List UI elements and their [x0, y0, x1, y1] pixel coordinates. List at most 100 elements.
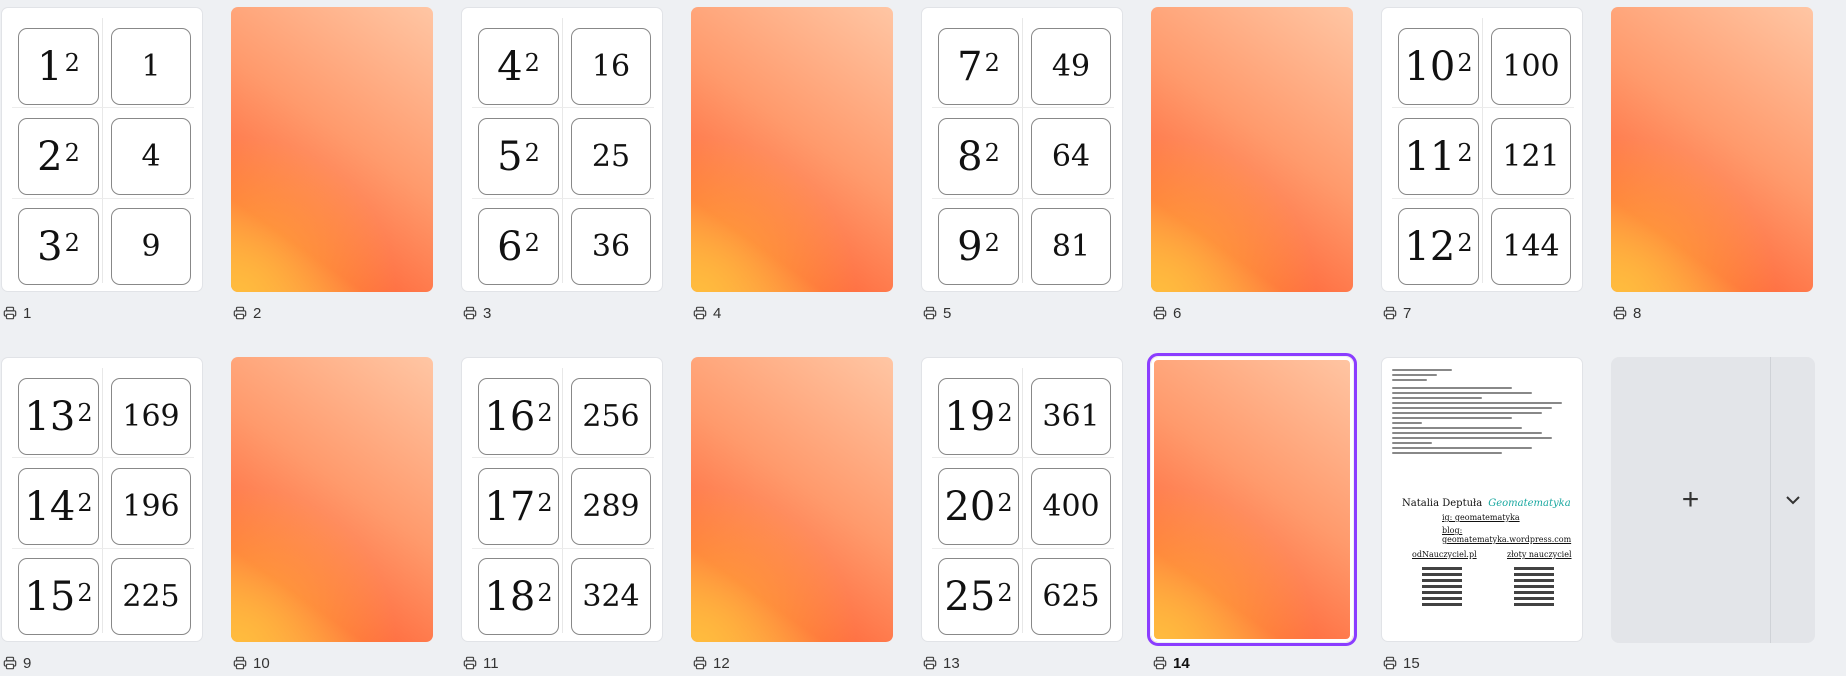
page-number: 10: [253, 654, 270, 672]
page-label: 6: [1153, 304, 1181, 322]
power-base: 4: [497, 43, 523, 90]
page-thumbnail[interactable]: [231, 357, 433, 642]
power-card: 13 2: [18, 378, 99, 455]
value-card: 64: [1031, 118, 1111, 195]
guide-line: [562, 18, 563, 283]
page-thumbnail[interactable]: Natalia Deptuła Geomatematyka ig: geomatem…: [1381, 357, 1583, 642]
power-base: 10: [1404, 43, 1456, 90]
guide-line: [1482, 18, 1483, 283]
page-thumbnail[interactable]: [691, 357, 893, 642]
page-thumbnail[interactable]: 13 2 169 14 2 196 15 2 225: [1, 357, 203, 642]
power-base: 9: [957, 223, 983, 270]
qr-left-label: odNauczyciel.pl: [1412, 550, 1477, 559]
value-card: 289: [571, 468, 651, 545]
guide-line: [12, 457, 194, 458]
power-base: 18: [484, 573, 536, 620]
page-thumbnail[interactable]: 19 2 361 20 2 400 25 2 625: [921, 357, 1123, 642]
power-exponent: 2: [524, 228, 540, 257]
power-exponent: 2: [984, 48, 1000, 77]
page-thumbnail[interactable]: 4 2 16 5 2 25 6 2 36: [461, 7, 663, 292]
page-thumbnail[interactable]: [1151, 7, 1353, 292]
page-thumbnail[interactable]: [1147, 353, 1357, 646]
add-page-button[interactable]: +: [1611, 357, 1770, 643]
value-card: 16: [571, 28, 651, 105]
power-base: 11: [1404, 133, 1456, 180]
power-card: 92: [938, 208, 1019, 285]
page-thumbnail[interactable]: 121224329: [1, 7, 203, 292]
page-number: 15: [1403, 654, 1420, 672]
power-card: 18 2: [478, 558, 559, 635]
chevron-down-icon: [1786, 495, 1800, 504]
power-card: 14 2: [18, 468, 99, 545]
page-thumbnail[interactable]: 10 2 100 11 2 121 12 2 144: [1381, 7, 1583, 292]
power-card: 52: [478, 118, 559, 195]
page-label: 15: [1383, 654, 1420, 672]
add-page-options-button[interactable]: [1771, 357, 1815, 643]
printer-icon: [693, 656, 707, 670]
page-label: 2: [233, 304, 261, 322]
page-label: 7: [1383, 304, 1411, 322]
guide-line: [472, 198, 654, 199]
guide-line: [1022, 368, 1023, 633]
power-exponent: 2: [997, 488, 1013, 517]
page-number: 14: [1173, 654, 1190, 672]
power-exponent: 2: [64, 48, 80, 77]
power-base: 15: [24, 573, 76, 620]
power-exponent: 2: [64, 228, 80, 257]
ig-text: ig: geomatematyka: [1442, 513, 1520, 522]
page-thumbnail[interactable]: [231, 7, 433, 292]
power-exponent: 2: [77, 578, 93, 607]
printer-icon: [1153, 306, 1167, 320]
power-card: 10 2: [1398, 28, 1479, 105]
page-label: 14: [1153, 654, 1190, 672]
page-thumbnail[interactable]: [691, 7, 893, 292]
power-base: 1: [37, 43, 63, 90]
page-number: 3: [483, 304, 492, 322]
power-exponent: 2: [984, 228, 1000, 257]
printer-icon: [923, 306, 937, 320]
page-15-content: Natalia Deptuła Geomatematyka ig: geomatem…: [1382, 358, 1582, 641]
power-exponent: 2: [984, 138, 1000, 167]
plus-icon: +: [1681, 483, 1700, 516]
power-card: 82: [938, 118, 1019, 195]
power-base: 12: [1404, 223, 1456, 270]
value-card: 100: [1491, 28, 1571, 105]
page-label: 10: [233, 654, 270, 672]
guide-line: [1392, 198, 1574, 199]
guide-line: [932, 548, 1114, 549]
qr-right-label: złoty nauczyciel: [1507, 550, 1572, 559]
add-page-area: +: [1611, 357, 1815, 643]
power-base: 20: [944, 483, 996, 530]
power-exponent: 2: [524, 48, 540, 77]
guide-line: [1022, 18, 1023, 283]
power-exponent: 2: [524, 138, 540, 167]
guide-line: [12, 198, 194, 199]
power-exponent: 2: [64, 138, 80, 167]
guide-line: [932, 107, 1114, 108]
value-card: 144: [1491, 208, 1571, 285]
page-label: 1: [3, 304, 31, 322]
page-number: 1: [23, 304, 32, 322]
page-number: 12: [713, 654, 730, 672]
page-number: 6: [1173, 304, 1182, 322]
power-card: 17 2: [478, 468, 559, 545]
guide-line: [12, 548, 194, 549]
blog-text: blog: geomatematyka.wordpress.com: [1442, 526, 1572, 544]
page-label: 5: [923, 304, 951, 322]
guide-line: [472, 548, 654, 549]
power-exponent: 2: [537, 578, 553, 607]
power-card: 42: [478, 28, 559, 105]
guide-line: [12, 107, 194, 108]
page-thumbnail[interactable]: 7 2 49 8 2 64 9 2 81: [921, 7, 1123, 292]
power-base: 16: [484, 393, 536, 440]
page-thumbnail[interactable]: 16 2 256 17 2 289 18 2 324: [461, 357, 663, 642]
power-exponent: 2: [997, 578, 1013, 607]
instructions-text: [1392, 369, 1572, 454]
power-card: 12: [18, 28, 99, 105]
page-label: 4: [693, 304, 721, 322]
page-thumbnail[interactable]: [1611, 7, 1813, 292]
value-card: 196: [111, 468, 191, 545]
page-number: 5: [943, 304, 952, 322]
power-card: 32: [18, 208, 99, 285]
value-card: 1: [111, 28, 191, 105]
